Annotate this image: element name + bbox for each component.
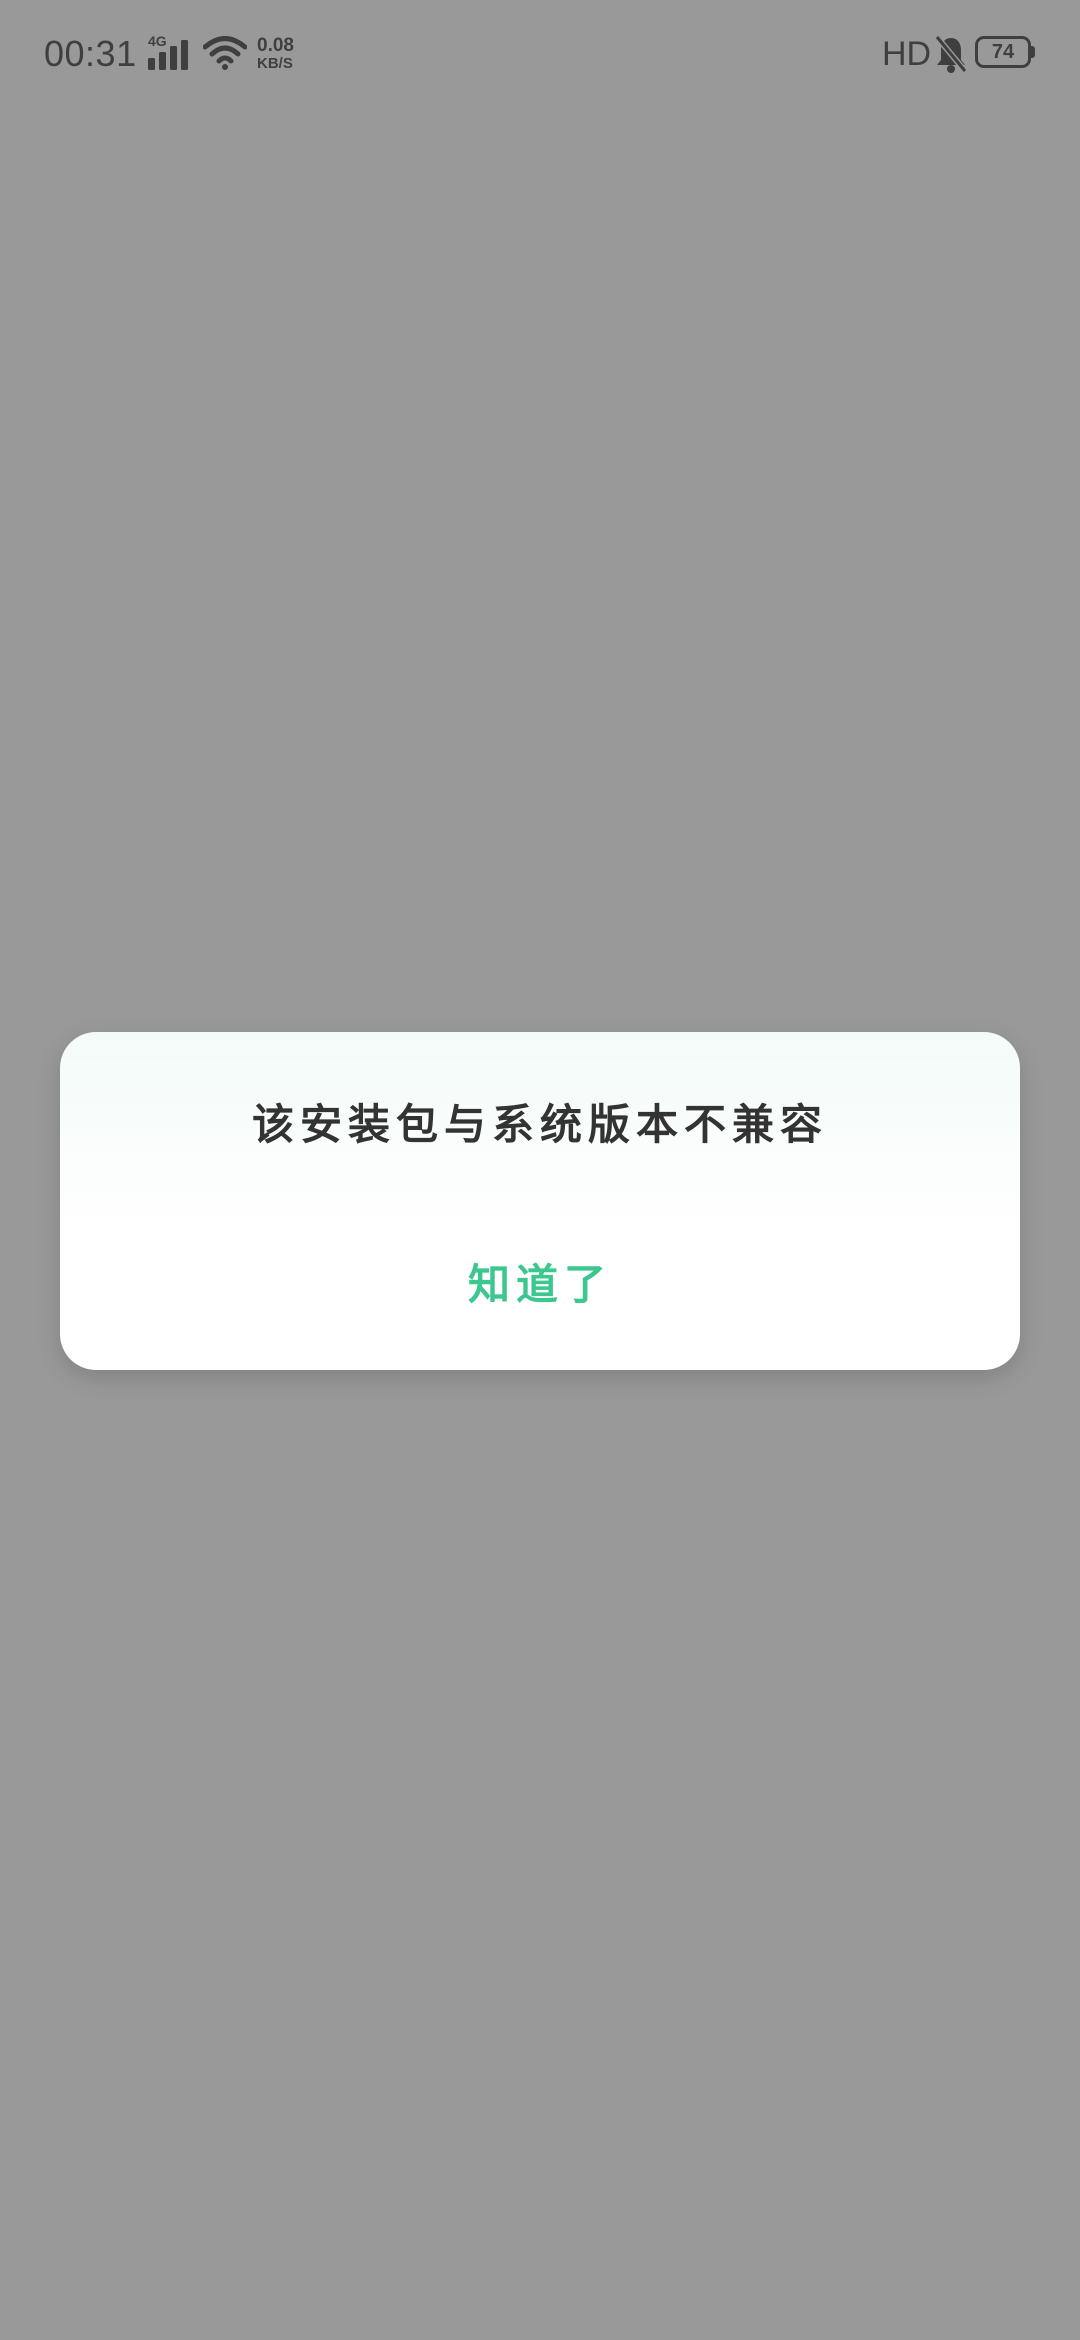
battery-level: 74	[991, 41, 1015, 63]
network-speed-value: 0.08	[257, 35, 294, 56]
dialog-message: 该安装包与系统版本不兼容	[251, 1100, 828, 1149]
battery-tip	[1031, 46, 1035, 58]
incompatible-package-dialog: 该安装包与系统版本不兼容 知道了	[60, 1032, 1020, 1370]
network-speed: 0.08 KB/S	[257, 36, 307, 72]
network-speed-unit: KB/S	[257, 55, 293, 72]
wifi-icon	[203, 36, 247, 70]
battery-icon: 74	[975, 36, 1031, 68]
confirm-button[interactable]: 知道了	[390, 1250, 690, 1320]
status-time: 00:31	[44, 33, 137, 74]
hd-label: HD	[882, 35, 932, 73]
status-bar: 00:31 4G 0.08 KB/S HD 74	[0, 0, 1080, 110]
bell-muted-icon	[934, 35, 968, 73]
network-type-label: 4G	[148, 33, 167, 49]
